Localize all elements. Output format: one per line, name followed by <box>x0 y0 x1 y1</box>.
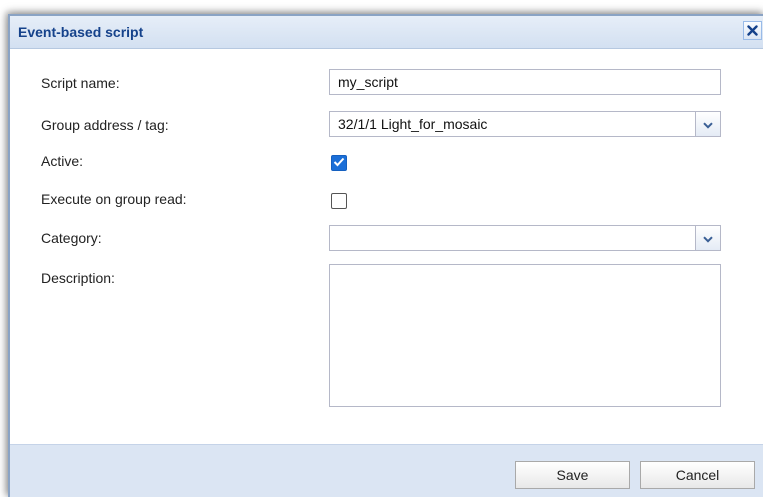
event-script-dialog: Event-based script Script name: Group ad… <box>8 14 763 497</box>
dialog-title: Event-based script <box>18 24 144 40</box>
cancel-button[interactable]: Cancel <box>640 461 755 489</box>
chevron-down-icon <box>703 226 713 250</box>
group-address-combo[interactable]: 32/1/1 Light_for_mosaic <box>329 111 721 137</box>
execute-on-read-label: Execute on group read: <box>41 191 187 207</box>
category-combo[interactable] <box>329 225 721 251</box>
group-address-value: 32/1/1 Light_for_mosaic <box>338 116 488 132</box>
close-button[interactable] <box>743 21 762 40</box>
dialog-footer: Save Cancel <box>10 444 763 497</box>
active-checkbox[interactable] <box>331 155 347 171</box>
chevron-down-icon <box>703 112 713 136</box>
category-dropdown-button[interactable] <box>695 225 721 251</box>
save-button[interactable]: Save <box>515 461 630 489</box>
category-label: Category: <box>41 230 102 246</box>
dialog-titlebar[interactable]: Event-based script <box>10 16 763 49</box>
execute-on-read-checkbox[interactable] <box>331 193 347 209</box>
description-textarea[interactable] <box>329 264 721 407</box>
description-label: Description: <box>41 270 115 286</box>
group-address-label: Group address / tag: <box>41 117 169 133</box>
checkmark-icon <box>333 154 345 172</box>
script-name-input[interactable] <box>329 69 721 95</box>
active-label: Active: <box>41 153 84 169</box>
script-name-label: Script name: <box>41 75 120 91</box>
close-icon <box>747 25 758 36</box>
group-address-dropdown-button[interactable] <box>695 111 721 137</box>
